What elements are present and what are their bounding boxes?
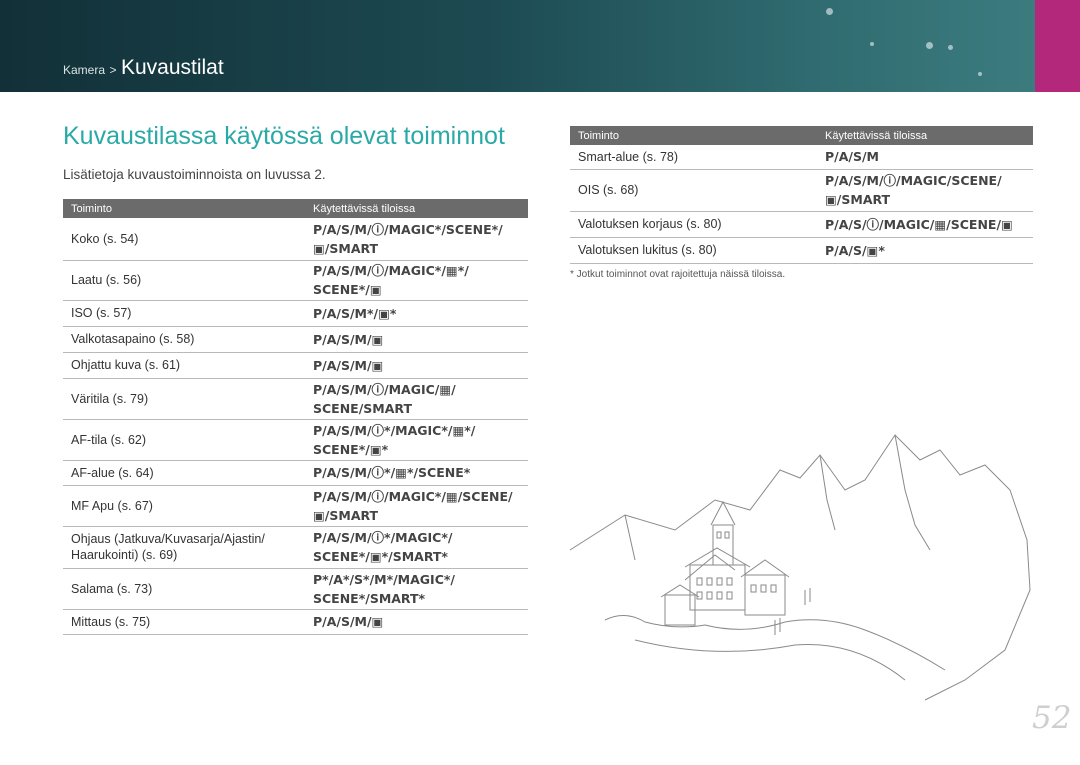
table-row: Valkotasapaino (s. 58) P/A/S/M/▣	[63, 326, 528, 353]
feature-cell: Salama (s. 73)	[63, 568, 305, 610]
page-title: Kuvaustilassa käytössä olevat toiminnot	[63, 122, 505, 150]
table-row: OIS (s. 68) P/A/S/M/ⓘ/MAGIC/SCENE/ ▣/SMART	[570, 169, 1033, 212]
modes-line: P/A/S/M/▣	[313, 357, 384, 373]
modes-line: P/A/S/M/ⓘ*/▦*/SCENE*	[313, 465, 471, 480]
feature-cell: Valkotasapaino (s. 58)	[63, 326, 305, 353]
breadcrumb-current: Kuvaustilat	[120, 56, 224, 79]
table-row: AF-alue (s. 64) P/A/S/M/ⓘ*/▦*/SCENE*	[63, 460, 528, 486]
feature-cell: AF-alue (s. 64)	[63, 460, 305, 486]
breadcrumb: Kamera > Kuvaustilat	[63, 56, 224, 80]
feature-cell: Valotuksen lukitus (s. 80)	[570, 237, 817, 264]
bokeh-dot	[978, 72, 982, 76]
feature-cell: ISO (s. 57)	[63, 300, 305, 327]
modes-line: P/A/S/ⓘ/MAGIC/▦/SCENE/▣	[825, 216, 1013, 232]
modes-cell: P/A/S/M/ⓘ*/MAGIC*/ SCENE*/▣*/SMART*	[305, 526, 528, 569]
modes-cell: P/A/S/M/ⓘ/MAGIC/▦/ SCENE/SMART	[305, 378, 528, 420]
column-header-function: Toiminto	[570, 126, 817, 145]
breadcrumb-parent: Kamera	[63, 63, 106, 77]
modes-cell: P/A/S/M/ⓘ/MAGIC*/▦/SCENE/ ▣/SMART	[305, 485, 528, 527]
modes-line: SCENE*/▣*	[313, 441, 389, 457]
modes-line: SCENE*/▣*/SMART*	[313, 549, 448, 564]
feature-cell: Väritila (s. 79)	[63, 378, 305, 420]
modes-cell: P/A/S/M/▣	[305, 609, 528, 635]
bokeh-dot	[948, 45, 953, 50]
section-tab	[1035, 0, 1080, 92]
modes-cell: P/A/S/M	[817, 145, 1033, 170]
modes-line: P/A/S/M	[825, 149, 879, 165]
feature-cell: Valotuksen korjaus (s. 80)	[570, 211, 817, 238]
table-row: Valotuksen korjaus (s. 80) P/A/S/ⓘ/MAGIC/…	[570, 211, 1033, 238]
table-row: Smart-alue (s. 78) P/A/S/M	[570, 145, 1033, 170]
modes-line: P/A/S/M/ⓘ/MAGIC/▦/	[313, 381, 456, 397]
modes-cell: P/A/S/▣*	[817, 237, 1033, 264]
modes-cell: P/A/S/M/▣	[305, 326, 528, 353]
table-row: AF-tila (s. 62) P/A/S/M/ⓘ*/MAGIC*/▦*/ SCEN…	[63, 419, 528, 461]
functions-table-left: Toiminto Käytettävissä tiloissa Koko (s.…	[63, 199, 528, 635]
modes-cell: P/A/S/M/ⓘ*/MAGIC*/▦*/ SCENE*/▣*	[305, 419, 528, 461]
modes-cell: P/A/S/ⓘ/MAGIC/▦/SCENE/▣	[817, 211, 1033, 238]
modes-cell: P/A/S/M/ⓘ/MAGIC/SCENE/ ▣/SMART	[817, 169, 1033, 212]
modes-cell: P/A/S/M/ⓘ/MAGIC*/SCENE*/ ▣/SMART	[305, 218, 528, 261]
modes-line: P/A/S/M/ⓘ*/MAGIC*/▦*/	[313, 422, 476, 438]
table-row: MF Apu (s. 67) P/A/S/M/ⓘ/MAGIC*/▦/SCENE/ ▣…	[63, 485, 528, 527]
modes-line: P/A/S/M*/▣*	[313, 305, 397, 321]
modes-line: P/A/S/M/▣	[313, 331, 384, 347]
modes-line: P/A/S/M/ⓘ/MAGIC*/SCENE*/	[313, 221, 503, 237]
feature-cell: Mittaus (s. 75)	[63, 609, 305, 635]
table-row: Ohjaus (Jatkuva/Kuvasarja/Ajastin/ Haaru…	[63, 526, 528, 569]
modes-cell: P/A/S/M/ⓘ*/▦*/SCENE*	[305, 460, 528, 486]
feature-cell: Smart-alue (s. 78)	[570, 145, 817, 170]
feature-cell: Koko (s. 54)	[63, 218, 305, 261]
modes-cell: P/A/S/M*/▣*	[305, 300, 528, 327]
table-row: ISO (s. 57) P/A/S/M*/▣*	[63, 300, 528, 327]
feature-cell: Laatu (s. 56)	[63, 260, 305, 301]
modes-cell: P/A/S/M/ⓘ/MAGIC*/▦*/ SCENE*/▣	[305, 260, 528, 301]
modes-line: ▣/SMART	[825, 192, 891, 207]
modes-line: P/A/S/M/ⓘ/MAGIC*/▦*/	[313, 263, 469, 278]
table-row: Valotuksen lukitus (s. 80) P/A/S/▣*	[570, 237, 1033, 264]
bokeh-dot	[826, 8, 833, 15]
modes-line: SCENE/SMART	[313, 400, 412, 416]
functions-table-right: Toiminto Käytettävissä tiloissa Smart-al…	[570, 126, 1033, 264]
breadcrumb-separator: >	[109, 63, 117, 77]
modes-line: P/A/S/M/▣	[313, 614, 384, 629]
modes-line: ▣/SMART	[313, 507, 379, 523]
table-row: Mittaus (s. 75) P/A/S/M/▣	[63, 609, 528, 635]
modes-line: P/A/S/▣*	[825, 242, 885, 258]
table-row: Väritila (s. 79) P/A/S/M/ⓘ/MAGIC/▦/ SCENE/…	[63, 378, 528, 420]
table-row: Ohjattu kuva (s. 61) P/A/S/M/▣	[63, 352, 528, 379]
feature-cell: AF-tila (s. 62)	[63, 419, 305, 461]
modes-line: P*/A*/S*/M*/MAGIC*/	[313, 571, 455, 587]
modes-cell: P*/A*/S*/M*/MAGIC*/ SCENE*/SMART*	[305, 568, 528, 610]
column-header-function: Toiminto	[63, 199, 305, 218]
table-row: Laatu (s. 56) P/A/S/M/ⓘ/MAGIC*/▦*/ SCENE*/…	[63, 260, 528, 301]
modes-cell: P/A/S/M/▣	[305, 352, 528, 379]
modes-line: SCENE*/SMART*	[313, 590, 426, 606]
bokeh-dot	[926, 42, 933, 49]
modes-line: ▣/SMART	[313, 240, 379, 256]
page-header: Kamera > Kuvaustilat	[0, 0, 1080, 92]
modes-line: SCENE*/▣	[313, 282, 382, 297]
table-row: Salama (s. 73) P*/A*/S*/M*/MAGIC*/ SCENE*/…	[63, 568, 528, 610]
bokeh-dot	[870, 42, 874, 46]
column-header-modes: Käytettävissä tiloissa	[817, 126, 1033, 145]
footnote: * Jotkut toiminnot ovat rajoitettuja näi…	[570, 269, 786, 280]
village-illustration	[569, 434, 1031, 701]
feature-cell: Ohjattu kuva (s. 61)	[63, 352, 305, 379]
page-number: 52	[1032, 700, 1072, 736]
modes-line: P/A/S/M/ⓘ/MAGIC*/▦/SCENE/	[313, 488, 513, 504]
modes-line: P/A/S/M/ⓘ/MAGIC/SCENE/	[825, 173, 1002, 188]
page-subtitle: Lisätietoja kuvaustoiminnoista on luvuss…	[63, 167, 326, 182]
feature-cell: MF Apu (s. 67)	[63, 485, 305, 527]
modes-line: P/A/S/M/ⓘ*/MAGIC*/	[313, 530, 453, 545]
table-row: Koko (s. 54) P/A/S/M/ⓘ/MAGIC*/SCENE*/ ▣/SM…	[63, 218, 528, 261]
column-header-modes: Käytettävissä tiloissa	[305, 199, 528, 218]
feature-cell: OIS (s. 68)	[570, 169, 817, 212]
feature-cell: Ohjaus (Jatkuva/Kuvasarja/Ajastin/ Haaru…	[63, 526, 305, 569]
